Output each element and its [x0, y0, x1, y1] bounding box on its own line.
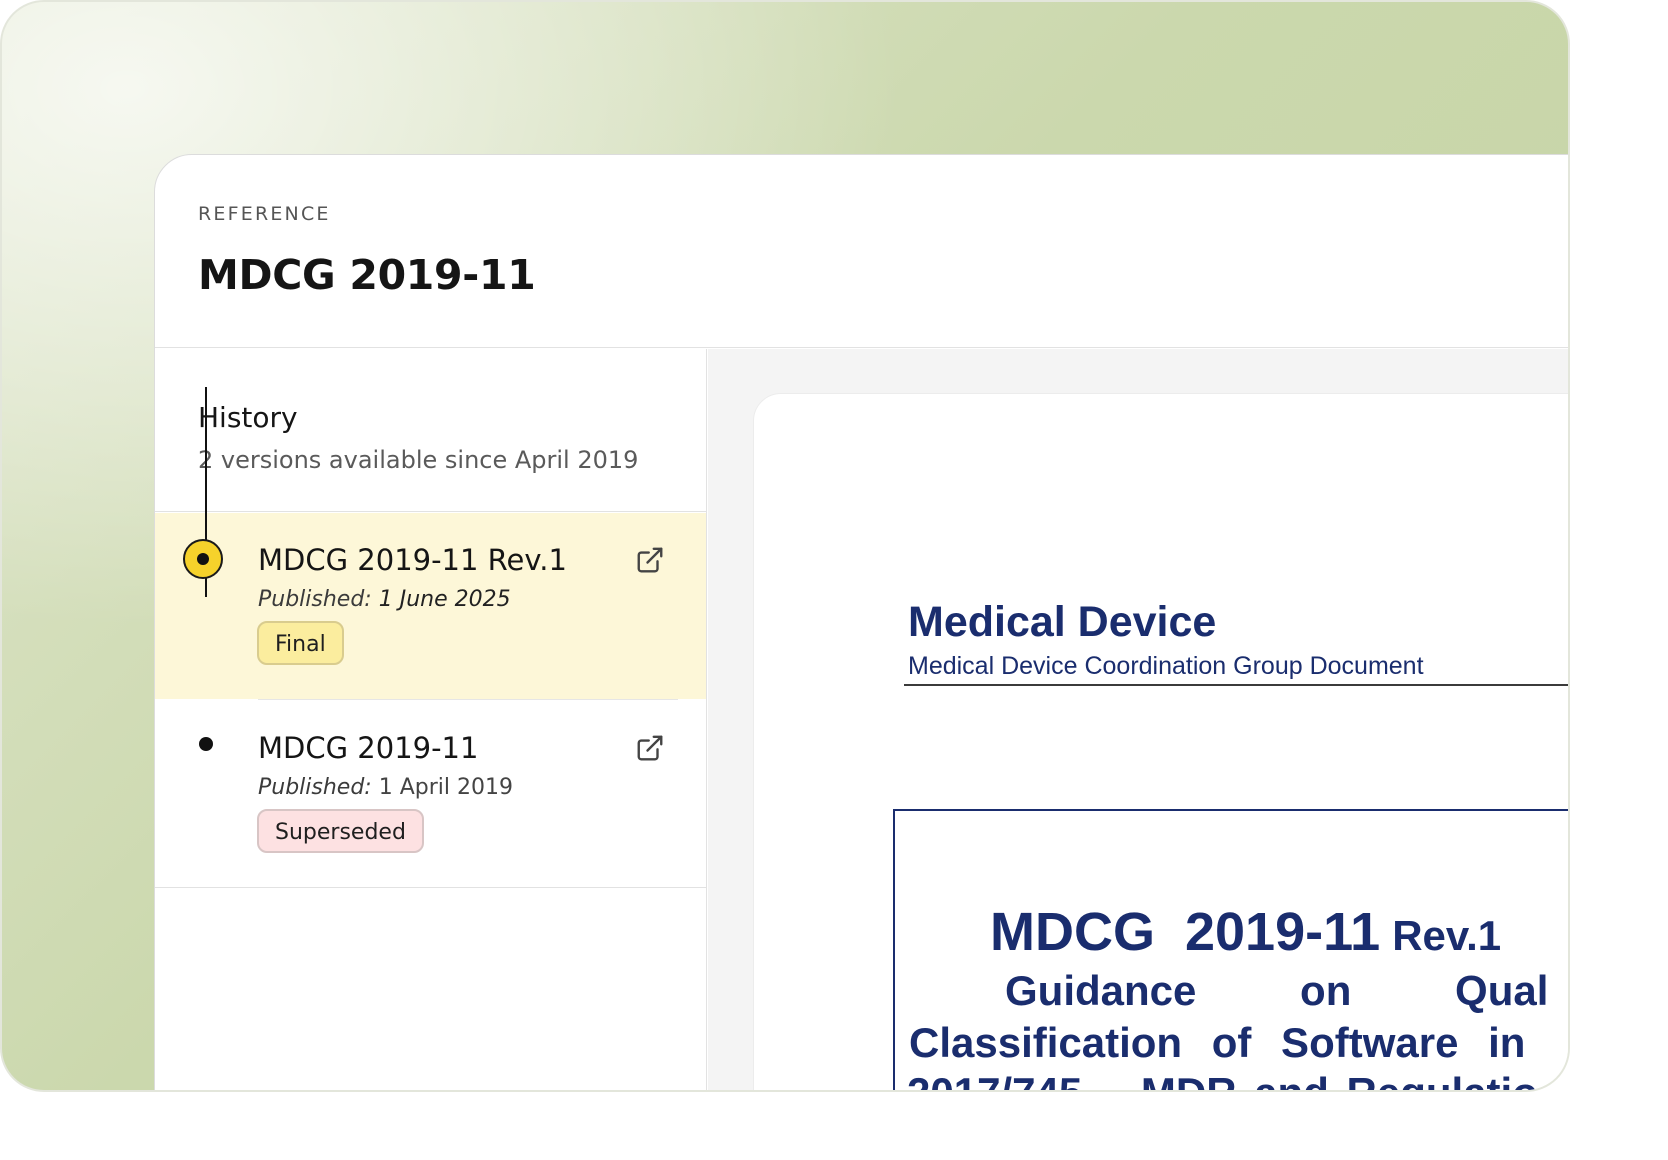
- document-code-rev: Rev.1: [1392, 912, 1502, 959]
- document-title-line-2: Classification of Software in: [909, 1019, 1526, 1066]
- divider: [155, 511, 706, 512]
- status-badge-superseded: Superseded: [257, 809, 424, 853]
- timeline-marker-icon: [199, 737, 213, 751]
- version-published: Published: 1 June 2025: [258, 587, 511, 612]
- published-label: Published:: [258, 775, 372, 800]
- history-panel: History 2 versions available since April…: [155, 349, 707, 1090]
- history-title: History: [198, 401, 298, 434]
- external-link-icon[interactable]: [635, 545, 665, 575]
- document-page: Medical Device Medical Device Coordinati…: [753, 393, 1568, 1090]
- published-date: 1 April 2019: [378, 775, 513, 800]
- version-item-original[interactable]: MDCG 2019-11 Published: 1 April 2019 Sup…: [155, 701, 706, 887]
- document-code-main: MDCG 2019-11: [990, 902, 1381, 962]
- reference-card: REFERENCE MDCG 2019-11 History 2 version…: [154, 154, 1568, 1090]
- version-published: Published: 1 April 2019: [258, 775, 513, 800]
- timeline-active-marker-icon: [183, 539, 223, 579]
- page-title: MDCG 2019-11: [198, 251, 536, 299]
- status-badge-final: Final: [257, 621, 344, 665]
- version-name: MDCG 2019-11: [258, 731, 479, 765]
- version-name: MDCG 2019-11 Rev.1: [258, 543, 567, 577]
- history-subtitle: 2 versions available since April 2019: [198, 446, 639, 474]
- document-brand-subtitle: Medical Device Coordination Group Docume…: [908, 652, 1424, 680]
- published-label: Published:: [258, 587, 372, 612]
- document-title-box: MDCG 2019-11 Rev.1 Guidance on Qual Class…: [893, 809, 1568, 1090]
- background-frame: REFERENCE MDCG 2019-11 History 2 version…: [0, 0, 1570, 1092]
- card-header: REFERENCE MDCG 2019-11: [155, 155, 1568, 348]
- version-list: MDCG 2019-11 Rev.1 Published: 1 June 202…: [155, 513, 706, 888]
- document-brand: Medical Device: [908, 598, 1217, 646]
- document-code: MDCG 2019-11 Rev.1: [990, 901, 1501, 963]
- document-rule: [904, 684, 1568, 686]
- version-item-rev1[interactable]: MDCG 2019-11 Rev.1 Published: 1 June 202…: [155, 513, 706, 700]
- published-date: 1 June 2025: [378, 587, 511, 612]
- document-title-line-1: Guidance on Qual: [1005, 967, 1549, 1014]
- document-viewer[interactable]: Medical Device Medical Device Coordinati…: [708, 349, 1568, 1090]
- external-link-icon[interactable]: [635, 733, 665, 763]
- row-separator: [258, 699, 678, 700]
- document-title-line-3: 2017/745 – MDR and Regulatio: [907, 1069, 1538, 1090]
- section-eyebrow: REFERENCE: [198, 203, 331, 225]
- divider: [155, 887, 706, 888]
